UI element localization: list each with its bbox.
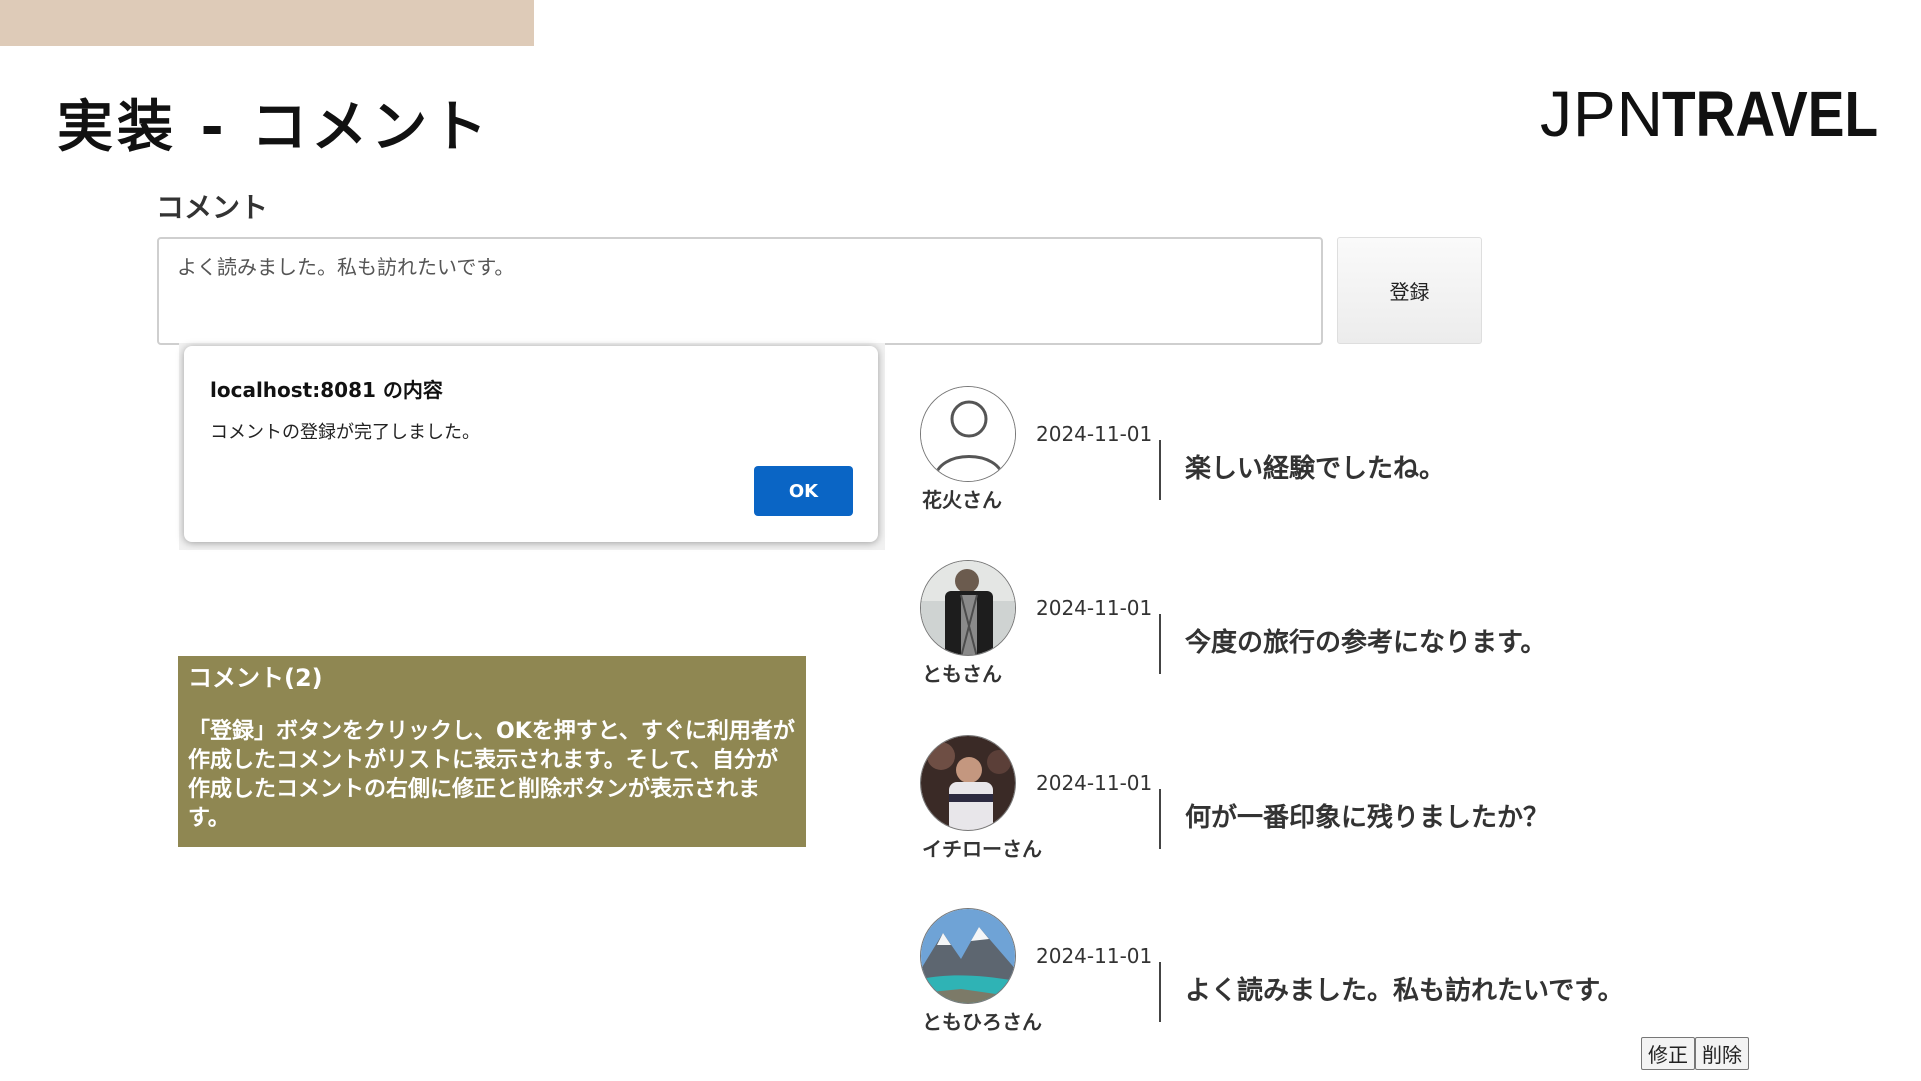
comment-divider — [1159, 440, 1161, 500]
comment-item: ともさん 2024-11-01 今度の旅行の参考になります。 — [920, 560, 1720, 700]
alert-dialog: localhost:8081 の内容 コメントの登録が完了しました。 OK — [184, 346, 878, 542]
comment-text: 楽しい経験でしたね。 — [1185, 454, 1446, 484]
explanation-note: コメント(2) 「登録」ボタンをクリックし、OKを押すと、すぐに利用者が作成した… — [178, 656, 806, 847]
person-photo-avatar — [920, 560, 1016, 656]
baseball-player-photo-avatar — [920, 735, 1016, 831]
comment-input[interactable]: よく読みました。私も訪れたいです。 — [157, 237, 1323, 345]
comment-item: イチローさん 2024-11-01 何が一番印象に残りましたか？ — [920, 735, 1720, 875]
accent-bar — [0, 0, 534, 46]
mountain-lake-photo-avatar — [920, 908, 1016, 1004]
default-user-icon — [920, 386, 1016, 482]
comment-divider — [1159, 789, 1161, 849]
comment-section-label: コメント — [156, 191, 269, 224]
jpntravel-logo: JPNTRAVEL — [1540, 78, 1913, 150]
note-title: コメント(2) — [188, 664, 323, 692]
comment-text: 何が一番印象に残りましたか？ — [1185, 803, 1550, 833]
comment-divider — [1159, 614, 1161, 674]
logo-thin-text: JPN — [1540, 78, 1664, 150]
register-button[interactable]: 登録 — [1337, 237, 1482, 344]
comment-divider — [1159, 962, 1161, 1022]
comment-item: 花火さん 2024-11-01 楽しい経験でしたね。 — [920, 386, 1720, 526]
logo-bold-text: TRAVEL — [1661, 78, 1878, 150]
comment-user: ともひろさん — [922, 1010, 1042, 1034]
delete-button[interactable]: 削除 — [1695, 1037, 1749, 1070]
comment-date: 2024-11-01 — [1036, 596, 1153, 620]
page-title: 実装 - コメント — [57, 95, 492, 160]
comment-user: ともさん — [922, 662, 1002, 686]
comment-date: 2024-11-01 — [1036, 422, 1153, 446]
dialog-title: localhost:8081 の内容 — [210, 378, 443, 402]
comment-user: イチローさん — [922, 837, 1042, 861]
comment-date: 2024-11-01 — [1036, 944, 1153, 968]
edit-button[interactable]: 修正 — [1641, 1037, 1695, 1070]
comment-text: 今度の旅行の参考になります。 — [1185, 628, 1547, 658]
comment-user: 花火さん — [922, 488, 1002, 512]
comment-item: ともひろさん 2024-11-01 よく読みました。私も訪れたいです。 — [920, 908, 1720, 1048]
note-body: 「登録」ボタンをクリックし、OKを押すと、すぐに利用者が作成したコメントがリスト… — [188, 718, 795, 831]
comment-text: よく読みました。私も訪れたいです。 — [1185, 976, 1624, 1006]
comment-date: 2024-11-01 — [1036, 771, 1153, 795]
own-comment-actions: 修正 削除 — [1641, 1037, 1749, 1070]
ok-button[interactable]: OK — [754, 466, 853, 516]
dialog-message: コメントの登録が完了しました。 — [210, 422, 480, 443]
